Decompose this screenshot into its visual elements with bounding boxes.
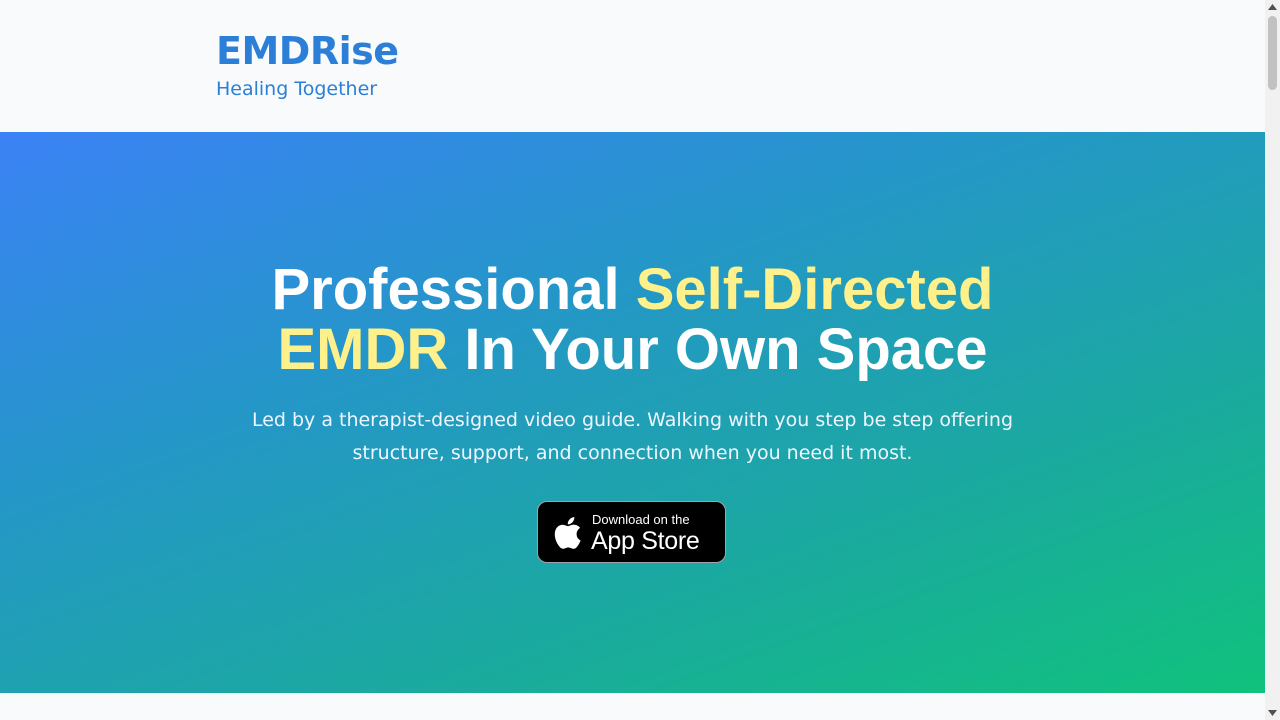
brand-name[interactable]: EMDRise — [216, 28, 399, 74]
page: EMDRise Healing Together Professional Se… — [0, 0, 1265, 720]
hero-section: Professional Self-Directed EMDR In Your O… — [0, 132, 1265, 693]
hero-subtitle: Led by a therapist-designed video guide.… — [251, 409, 1014, 464]
app-store-button[interactable]: Download on the App Store — [537, 501, 726, 563]
hero-title: Professional Self-Directed EMDR In Your O… — [0, 260, 1265, 380]
app-store-large-text: App Store — [591, 527, 700, 555]
site-header: EMDRise Healing Together — [0, 0, 1265, 132]
scroll-down-arrow-icon[interactable] — [1265, 706, 1280, 720]
apple-icon — [552, 515, 582, 551]
hero-title-highlight-2: EMDR — [277, 317, 449, 382]
scroll-up-arrow-icon[interactable] — [1265, 0, 1280, 14]
hero-title-highlight-1: Self-Directed — [635, 257, 994, 322]
scrollbar-thumb[interactable] — [1268, 16, 1277, 90]
brand[interactable]: EMDRise Healing Together — [216, 28, 399, 102]
vertical-scrollbar[interactable] — [1265, 0, 1280, 720]
hero-title-part2: In Your Own Space — [448, 317, 988, 382]
hero-title-part1: Professional — [271, 257, 636, 322]
brand-tagline: Healing Together — [216, 78, 378, 100]
